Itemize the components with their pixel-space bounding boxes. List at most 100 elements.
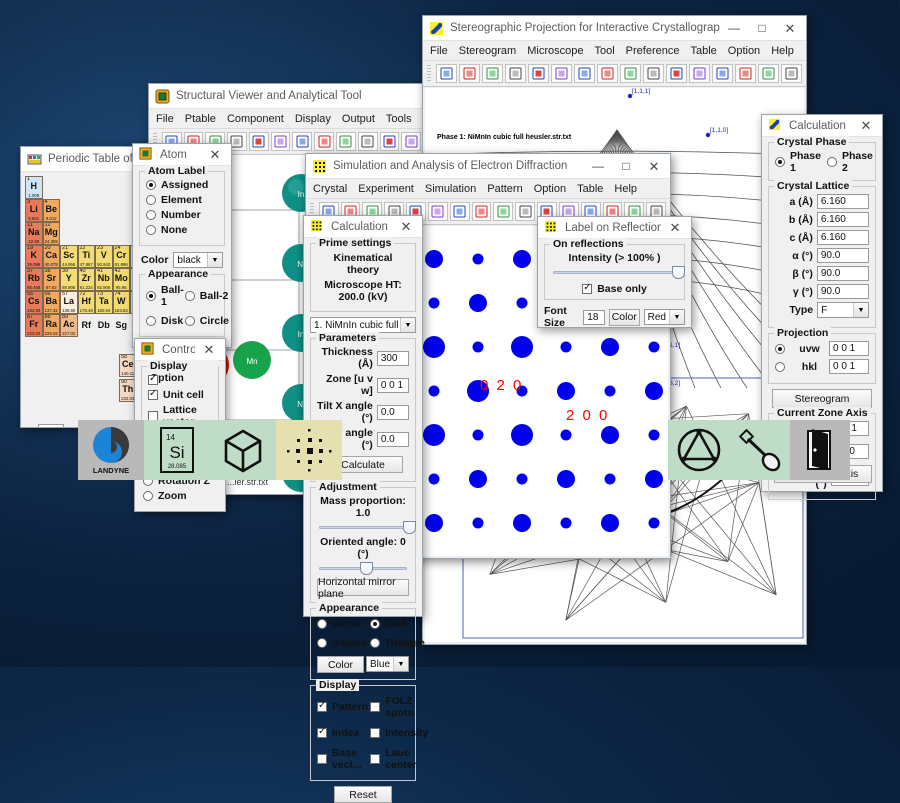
stereogram-button[interactable]: Stereogram <box>772 389 872 408</box>
menu-item-help[interactable]: Help <box>614 183 637 195</box>
projection-input[interactable]: 0 0 1 <box>829 341 869 356</box>
app-icon-silicon[interactable]: 14 Si 28.085 <box>144 420 210 480</box>
globe-icon[interactable] <box>551 64 572 83</box>
menu-item-pattern[interactable]: Pattern <box>487 183 522 195</box>
chevron-down-icon[interactable]: ▼ <box>400 318 415 332</box>
atom-label-option-number[interactable]: Number <box>146 209 218 221</box>
kossel-icon[interactable] <box>493 202 513 221</box>
radio-indicator[interactable] <box>370 638 380 648</box>
pattern-icon[interactable] <box>666 64 687 83</box>
control-titlebar[interactable]: Control ✕ <box>135 339 225 361</box>
element-cell-Ba[interactable]: 56Ba137.32 <box>43 291 61 314</box>
menu-item-table[interactable]: Table <box>577 183 603 195</box>
save-tiff-icon[interactable] <box>735 64 756 83</box>
chevron-down-icon[interactable]: ▼ <box>853 303 868 317</box>
ed-display-index[interactable]: Index <box>317 727 368 739</box>
checkbox-indicator[interactable] <box>317 754 327 764</box>
radio-indicator[interactable] <box>146 291 156 301</box>
exit-icon[interactable] <box>781 64 802 83</box>
measure-icon[interactable] <box>515 202 535 221</box>
slider-knob[interactable] <box>403 521 416 534</box>
menu-item-output[interactable]: Output <box>342 113 375 125</box>
ed-display-folzspots[interactable]: FOLZ spots <box>370 695 428 719</box>
menu-item-file[interactable]: File <box>430 45 448 57</box>
menu-item-ptable[interactable]: Ptable <box>185 113 216 125</box>
radio-indicator[interactable] <box>146 316 156 326</box>
field-input[interactable]: 90.0 <box>817 266 869 281</box>
field-input[interactable]: 0.0 <box>377 432 409 447</box>
menu-item-option[interactable]: Option <box>534 183 566 195</box>
pole-icon[interactable] <box>505 64 526 83</box>
element-cell-Rb[interactable]: 37Rb85.468 <box>25 268 43 291</box>
atom-titlebar[interactable]: Atom ✕ <box>133 144 231 166</box>
phase2-icon[interactable] <box>482 64 503 83</box>
field-input[interactable]: 90.0 <box>817 248 869 263</box>
menu-item-experiment[interactable]: Experiment <box>358 183 414 195</box>
checkbox-indicator[interactable] <box>370 702 380 712</box>
element-cell-Y[interactable]: 39Y88.906 <box>60 268 78 291</box>
copy-image-icon[interactable] <box>428 202 448 221</box>
intensity-slider[interactable] <box>553 266 676 279</box>
label-reflection-close-button[interactable]: ✕ <box>661 216 689 240</box>
atom-label-option-assigned[interactable]: Assigned <box>146 179 218 191</box>
window-icon[interactable] <box>689 64 710 83</box>
calc-ed-close-button[interactable]: ✕ <box>392 215 420 239</box>
element-cell-K[interactable]: 19K39.098 <box>25 245 43 268</box>
oriented-angle-slider[interactable] <box>319 562 407 575</box>
atom-appearance-option-circle[interactable]: Circle <box>185 315 229 327</box>
field-input[interactable]: 6.160 <box>817 194 869 209</box>
diffraction-minimize-button[interactable]: — <box>584 154 612 178</box>
radio-indicator[interactable] <box>146 195 156 205</box>
lattice-type-select[interactable]: F ▼ <box>817 302 869 318</box>
save-tiff-icon[interactable] <box>249 132 269 151</box>
z-value-field[interactable]: 1 <box>38 424 64 427</box>
app-icon-tool-probe[interactable] <box>730 420 790 480</box>
crystal-phase-phase-2[interactable]: Phase 2 <box>827 150 873 174</box>
menu-item-tools[interactable]: Tools <box>386 113 412 125</box>
chevron-down-icon[interactable]: ▼ <box>207 253 222 267</box>
checkbox-indicator[interactable] <box>148 390 158 400</box>
stereographic-toolbar[interactable] <box>423 60 806 87</box>
element-cell-Cr[interactable]: 24Cr51.996 <box>113 245 131 268</box>
checkbox-indicator[interactable] <box>370 728 380 738</box>
atom-appearance-option-disk[interactable]: Disk <box>146 315 184 327</box>
kikuchi-icon[interactable] <box>450 202 470 221</box>
control-close-button[interactable]: ✕ <box>195 338 223 362</box>
app-icon-diffraction[interactable] <box>276 420 342 480</box>
radio-indicator[interactable] <box>775 362 785 372</box>
tilt-icon[interactable] <box>620 64 641 83</box>
layers-icon[interactable] <box>401 132 421 151</box>
stereographic-minimize-button[interactable]: — <box>720 16 748 40</box>
ed-appearance-triangle[interactable]: Triangle <box>370 637 425 649</box>
stereographic-menubar[interactable]: FileStereogramMicroscopeToolPreferenceTa… <box>423 41 806 60</box>
sphere-icon[interactable] <box>292 132 312 151</box>
radio-indicator[interactable] <box>185 316 195 326</box>
atom-appearance-options[interactable]: Ball-1Ball-2DiskCircle <box>146 281 218 330</box>
element-cell-W[interactable]: 74W183.84 <box>113 291 131 314</box>
appearance-color-select[interactable]: Blue ▼ <box>366 656 409 672</box>
element-cell-Cs[interactable]: 55Cs132.90 <box>25 291 43 314</box>
appearance-color-button[interactable]: Color <box>317 656 364 673</box>
appearance-options[interactable]: CircleDiskSquareTriangle <box>317 615 409 652</box>
element-cell-Sc[interactable]: 21Sc44.956 <box>60 245 78 268</box>
plot-icon[interactable] <box>314 132 334 151</box>
element-cell-Sr[interactable]: 38Sr87.62 <box>43 268 61 291</box>
param-zoneuvw[interactable]: Zone [u v w]0 0 1 <box>317 373 409 397</box>
ed-display-basevect[interactable]: Base vect... <box>317 747 368 771</box>
param-thickness[interactable]: Thickness (Å)300 <box>317 346 409 370</box>
horizontal-mirror-plane-button[interactable]: Horizontal mirror plane <box>317 579 409 596</box>
rotate-icon[interactable] <box>574 64 595 83</box>
field-input[interactable]: 0 0 1 <box>377 378 409 393</box>
element-cell-Be[interactable]: 4Be9.012 <box>43 199 61 222</box>
element-cell-Rf[interactable]: Rf <box>78 314 96 337</box>
display-options[interactable]: PatternFOLZ spotsIndexIntensityBase vect… <box>317 692 409 774</box>
box-icon[interactable] <box>358 132 378 151</box>
slider-knob[interactable] <box>672 266 685 279</box>
radio-indicator[interactable] <box>143 491 153 501</box>
element-cell-H[interactable]: 1H1.008 <box>25 176 43 199</box>
menu-item-simulation[interactable]: Simulation <box>425 183 476 195</box>
base-only-checkbox[interactable] <box>582 284 592 294</box>
element-cell-Fr[interactable]: 87Fr223.02 <box>25 314 43 337</box>
dialog-atom[interactable]: Atom ✕ Atom Label AssignedElementNumberN… <box>132 143 232 348</box>
menu-item-table[interactable]: Table <box>690 45 716 57</box>
